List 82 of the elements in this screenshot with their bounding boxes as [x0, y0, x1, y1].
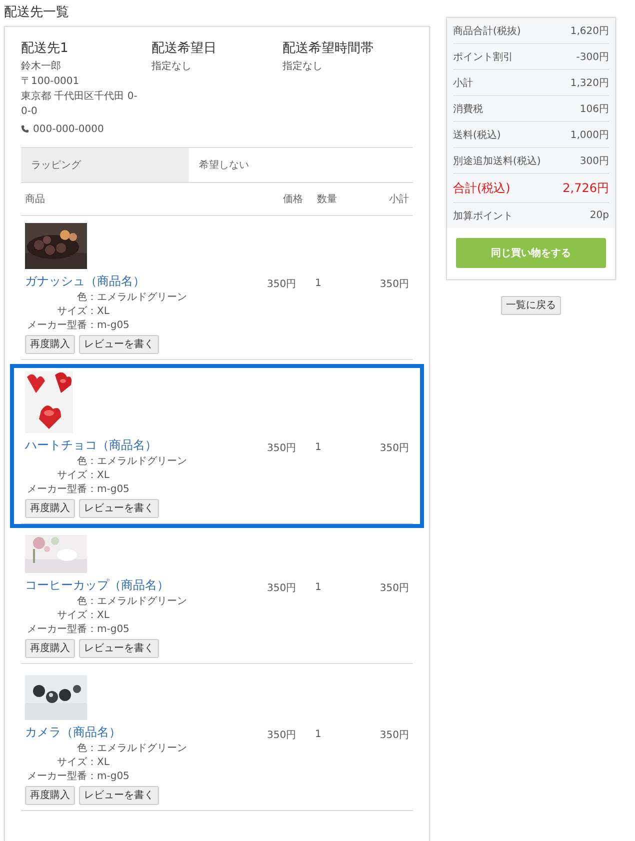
summary-label: 合計(税込) [453, 180, 510, 196]
detail-value: XL [97, 469, 110, 483]
table-cell-text: 1 [315, 278, 322, 289]
table-cell-text: 350円 [378, 582, 410, 594]
summary-label: 消費税 [453, 102, 483, 116]
detail-label: サイズ： [56, 756, 97, 770]
detail-value: エメラルドグリーン [97, 455, 187, 469]
detail-value: m-g05 [97, 483, 130, 497]
section-heading: 配送希望時間帯 [282, 40, 374, 57]
summary-label: ポイント割引 [453, 50, 513, 64]
summary-label: 商品合計(税抜) [453, 24, 521, 38]
action-button[interactable]: 再度購入 [25, 335, 75, 354]
product-link[interactable]: コーヒーカップ（商品名） [25, 577, 267, 594]
summary-label: 送料(税込) [453, 128, 501, 142]
column-header: 商品 [24, 192, 46, 206]
section-heading: 配送希望日 [152, 40, 218, 57]
detail-label: 色： [76, 455, 97, 469]
info-text: 指定なし [282, 60, 324, 74]
detail-value: XL [97, 305, 110, 319]
info-text: 〒100-0001 [21, 75, 80, 89]
detail-label: 色： [76, 291, 97, 305]
table-cell-text: 350円 [267, 442, 298, 454]
detail-value: エメラルドグリーン [97, 595, 187, 609]
table-cell-text: 350円 [378, 728, 410, 742]
table-cell-text: 350円 [378, 278, 410, 290]
detail-value: XL [97, 756, 110, 770]
action-button[interactable]: 再度購入 [25, 499, 75, 518]
action-button[interactable]: レビューを書く [79, 786, 159, 805]
table-cell-text: 350円 [267, 278, 298, 290]
section-heading: 配送先1 [21, 40, 70, 57]
detail-value: m-g05 [97, 623, 130, 637]
action-button[interactable]: レビューを書く [79, 639, 159, 658]
table-cell-text: 350円 [267, 582, 298, 594]
action-button[interactable]: レビューを書く [79, 499, 159, 518]
detail-label: メーカー型番： [26, 483, 97, 497]
table-cell-text: 350円 [378, 442, 410, 454]
detail-label: 色： [76, 595, 97, 609]
summary-label: 加算ポイント [453, 210, 513, 222]
column-header: 数量 [317, 193, 338, 206]
table-cell-text: 希望しない [198, 158, 249, 173]
detail-label: サイズ： [56, 469, 97, 483]
summary-value: 1,000円 [570, 128, 609, 142]
summary-value: 2,726円 [562, 180, 609, 196]
table-cell-text: 1 [315, 582, 322, 593]
product-link[interactable]: カメラ（商品名） [25, 724, 267, 741]
table-cell-text: 1 [315, 729, 322, 740]
summary-value: 20p [590, 210, 609, 221]
detail-label: メーカー型番： [26, 770, 97, 784]
detail-label: サイズ： [56, 305, 97, 319]
detail-value: m-g05 [97, 319, 130, 333]
detail-label: メーカー型番： [26, 623, 97, 637]
product-link[interactable]: ハートチョコ（商品名） [25, 437, 267, 454]
info-text: 鈴木一郎 [21, 60, 62, 74]
detail-value: エメラルドグリーン [97, 742, 187, 756]
summary-value: 300円 [580, 154, 609, 168]
action-button[interactable]: 再度購入 [25, 639, 75, 658]
summary-label: 別途追加送料(税込) [453, 154, 541, 168]
summary-value: 1,620円 [570, 24, 609, 38]
summary-value: -300円 [576, 50, 609, 64]
detail-label: 色： [76, 742, 97, 756]
detail-value: エメラルドグリーン [97, 291, 187, 305]
summary-value: 106円 [580, 102, 609, 116]
product-link[interactable]: ガナッシュ（商品名） [25, 273, 267, 290]
info-text: 東京都 千代田区千代田 0-0-0 [21, 90, 138, 119]
action-button[interactable]: 再度購入 [25, 786, 75, 805]
phone-icon [21, 125, 29, 133]
detail-value: XL [97, 609, 110, 623]
phone-number: 000-000-0000 [33, 124, 104, 134]
summary-value: 1,320円 [570, 76, 609, 90]
detail-value: m-g05 [97, 770, 130, 784]
column-header: 価格 [283, 192, 304, 206]
table-header-cell: ラッピング [21, 148, 189, 182]
column-header: 小計 [388, 192, 410, 206]
detail-label: サイズ： [56, 609, 97, 623]
back-button[interactable]: 一覧に戻る [501, 296, 561, 315]
table-cell-text: 350円 [267, 728, 298, 742]
summary-label: 小計 [453, 76, 473, 90]
info-text: 指定なし [152, 60, 193, 74]
action-button[interactable]: レビューを書く [79, 335, 159, 354]
detail-label: メーカー型番： [26, 319, 97, 333]
page-title: 配送先一覧 [4, 4, 70, 22]
table-cell-text: 1 [315, 442, 322, 453]
